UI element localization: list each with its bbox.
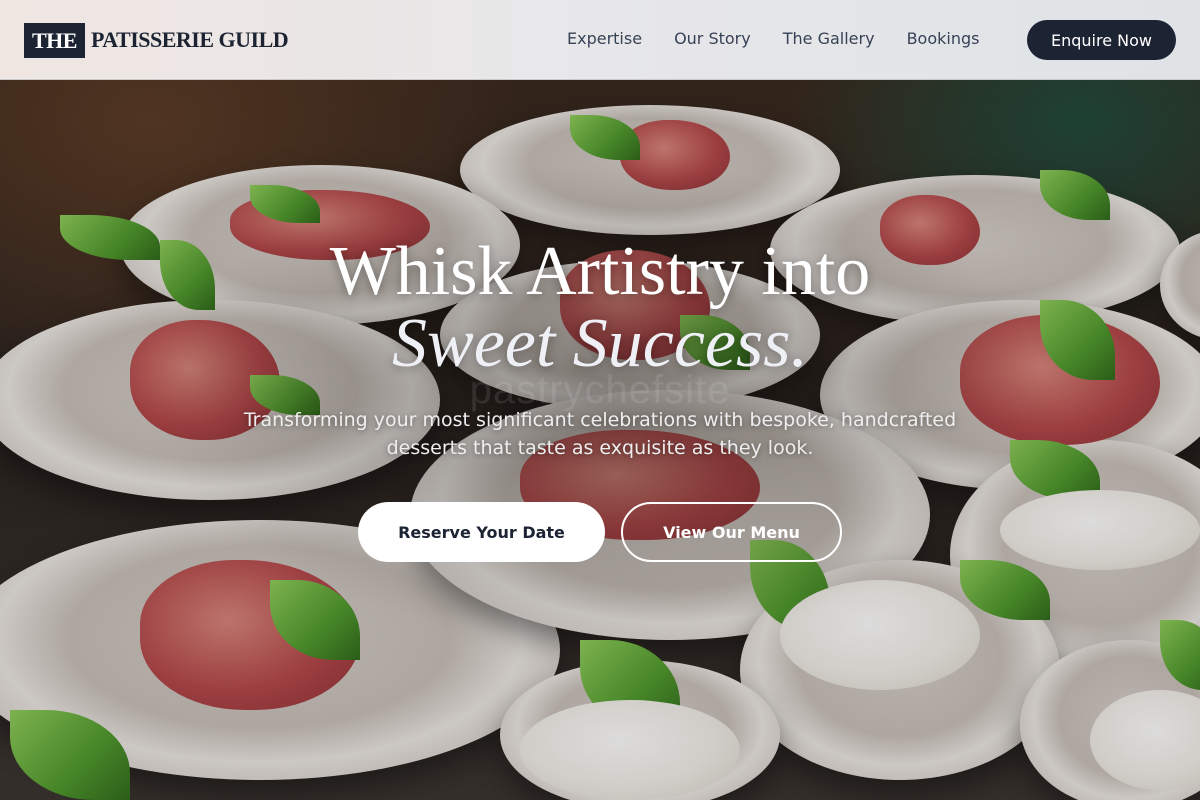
reserve-your-date-button[interactable]: Reserve Your Date: [358, 502, 605, 562]
logo-mark: THE: [24, 22, 85, 58]
nav-link-bookings[interactable]: Bookings: [907, 28, 980, 50]
hero-subtext: Transforming your most significant celeb…: [243, 409, 957, 459]
brand-logo[interactable]: THE PATISSERIE GUILD: [24, 22, 289, 58]
top-navbar: THE PATISSERIE GUILD Expertise Our Story…: [0, 0, 1200, 80]
enquire-now-button[interactable]: Enquire Now: [1027, 20, 1176, 60]
hero-headline-line1: Whisk Artistry into: [329, 233, 871, 310]
hero-headline: Whisk Artistry into Sweet Success.: [200, 236, 1000, 380]
nav-link-our-story[interactable]: Our Story: [674, 28, 751, 50]
nav-links: Expertise Our Story The Gallery Bookings: [567, 28, 1011, 50]
logo-text: PATISSERIE GUILD: [90, 27, 289, 52]
nav-link-expertise[interactable]: Expertise: [567, 28, 642, 50]
hero-headline-line2: Sweet Success.: [392, 305, 808, 382]
nav-link-the-gallery[interactable]: The Gallery: [783, 28, 875, 50]
view-our-menu-button[interactable]: View Our Menu: [621, 502, 842, 562]
